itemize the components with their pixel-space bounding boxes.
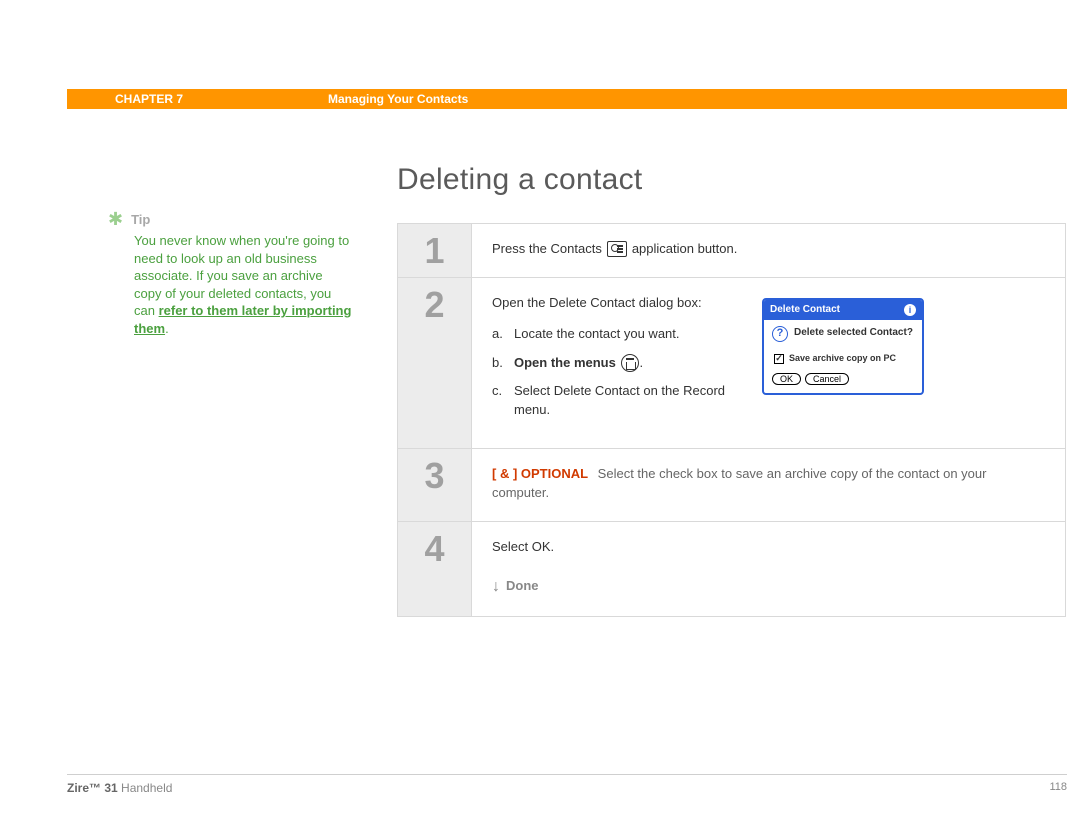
step4-text: Select OK. [492, 538, 1045, 557]
step-content: Press the Contacts application button. [472, 224, 1065, 277]
substep-letter: c. [492, 382, 506, 420]
down-arrow-icon: ↓ [492, 575, 500, 598]
archive-checkbox-row[interactable]: ✓ Save archive copy on PC [774, 352, 914, 365]
step-number: 4 [398, 522, 472, 616]
tip-label: Tip [131, 212, 150, 227]
chapter-header-bar: CHAPTER 7 Managing Your Contacts [67, 89, 1067, 109]
dialog-message: Delete selected Contact? [794, 326, 913, 342]
step2-intro: Open the Delete Contact dialog box: [492, 294, 742, 313]
main-content: Deleting a contact 1 Press the Contacts … [397, 163, 1066, 617]
done-indicator: ↓ Done [492, 575, 1045, 598]
tip-body: You never know when you're going to need… [134, 232, 353, 337]
step-content: [ & ] OPTIONAL Select the check box to s… [472, 449, 1065, 521]
cancel-button[interactable]: Cancel [805, 373, 849, 385]
tip-period: . [165, 321, 169, 336]
asterisk-icon: ✱ [108, 210, 123, 228]
step1-text-b: application button. [632, 240, 738, 259]
footer-product-bold: Zire™ 31 [67, 781, 118, 795]
step-row-2: 2 Open the Delete Contact dialog box: a.… [398, 278, 1065, 449]
substep-b-text: Open the menus [514, 355, 616, 370]
delete-contact-dialog: Delete Contact i ? Delete selected Conta… [762, 298, 924, 396]
footer-page-number: 118 [1049, 781, 1067, 795]
tip-sidebar: ✱ Tip You never know when you're going t… [108, 210, 353, 337]
tip-header: ✱ Tip [108, 210, 353, 228]
step-content: Open the Delete Contact dialog box: a. L… [472, 278, 1065, 448]
step-number: 1 [398, 224, 472, 277]
page-footer: Zire™ 31 Handheld 118 [67, 774, 1067, 795]
steps-container: 1 Press the Contacts application button.… [397, 223, 1066, 617]
checkbox-label: Save archive copy on PC [789, 352, 896, 365]
step-content: Select OK. ↓ Done [472, 522, 1065, 616]
menus-icon [621, 354, 639, 372]
step-row-1: 1 Press the Contacts application button. [398, 224, 1065, 278]
step1-text-a: Press the Contacts [492, 240, 602, 259]
done-label: Done [506, 577, 539, 596]
footer-product-rest: Handheld [118, 781, 173, 795]
step-number: 2 [398, 278, 472, 448]
step-row-3: 3 [ & ] OPTIONAL Select the check box to… [398, 449, 1065, 522]
substep-letter: a. [492, 325, 506, 344]
dialog-titlebar: Delete Contact i [764, 300, 922, 321]
checkbox-icon[interactable]: ✓ [774, 354, 784, 364]
substep-c-text: Select Delete Contact on the Record menu… [514, 382, 742, 420]
footer-product: Zire™ 31 Handheld [67, 781, 172, 795]
step-row-4: 4 Select OK. ↓ Done [398, 522, 1065, 616]
optional-tag: [ & ] OPTIONAL [492, 466, 588, 481]
section-title: Managing Your Contacts [328, 92, 468, 106]
step-number: 3 [398, 449, 472, 521]
dialog-body: ? Delete selected Contact? ✓ Save archiv… [764, 320, 922, 393]
substep-b-period: . [639, 355, 643, 370]
substep-letter: b. [492, 354, 506, 373]
question-icon: ? [772, 326, 788, 342]
page-title: Deleting a contact [397, 163, 1066, 197]
info-icon[interactable]: i [904, 304, 916, 316]
ok-button[interactable]: OK [772, 373, 801, 385]
dialog-title: Delete Contact [770, 303, 840, 318]
contacts-icon [607, 241, 627, 257]
substep-a-text: Locate the contact you want. [514, 325, 680, 344]
chapter-label: CHAPTER 7 [115, 92, 183, 106]
